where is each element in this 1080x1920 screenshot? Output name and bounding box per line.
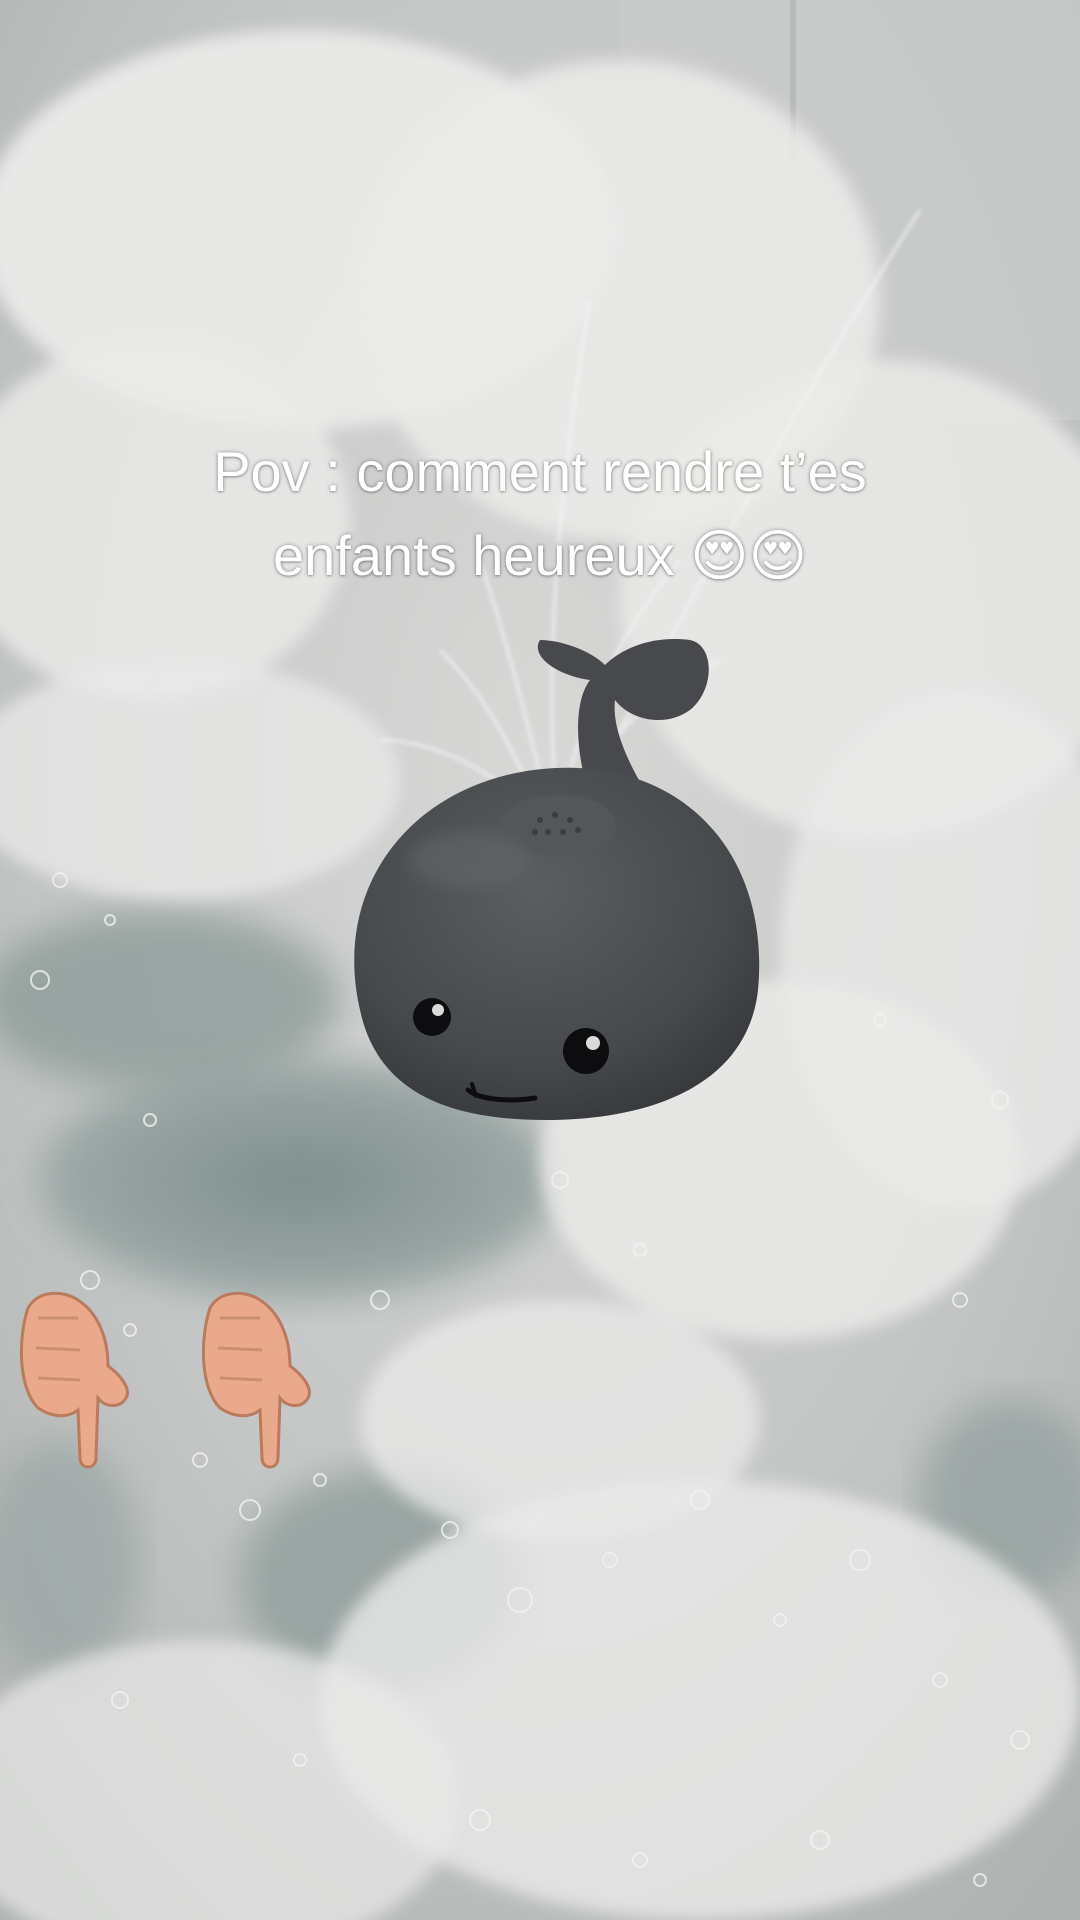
pointing-down-left-icon: [8, 1278, 158, 1478]
caption-line-1: Pov : comment rendre t’es: [213, 440, 867, 503]
bath-scene: [0, 0, 1080, 1920]
caption-overlay: Pov : comment rendre t’es enfants heureu…: [40, 430, 1040, 598]
pointing-down-right-icon: [190, 1278, 340, 1478]
caption-line-2: enfants heureux 😍😍: [40, 514, 1040, 598]
heart-eyes-icon: 😍😍: [690, 524, 807, 587]
video-frame: Pov : comment rendre t’es enfants heureu…: [0, 0, 1080, 1920]
caption-line-2-text: enfants heureux: [273, 524, 675, 587]
